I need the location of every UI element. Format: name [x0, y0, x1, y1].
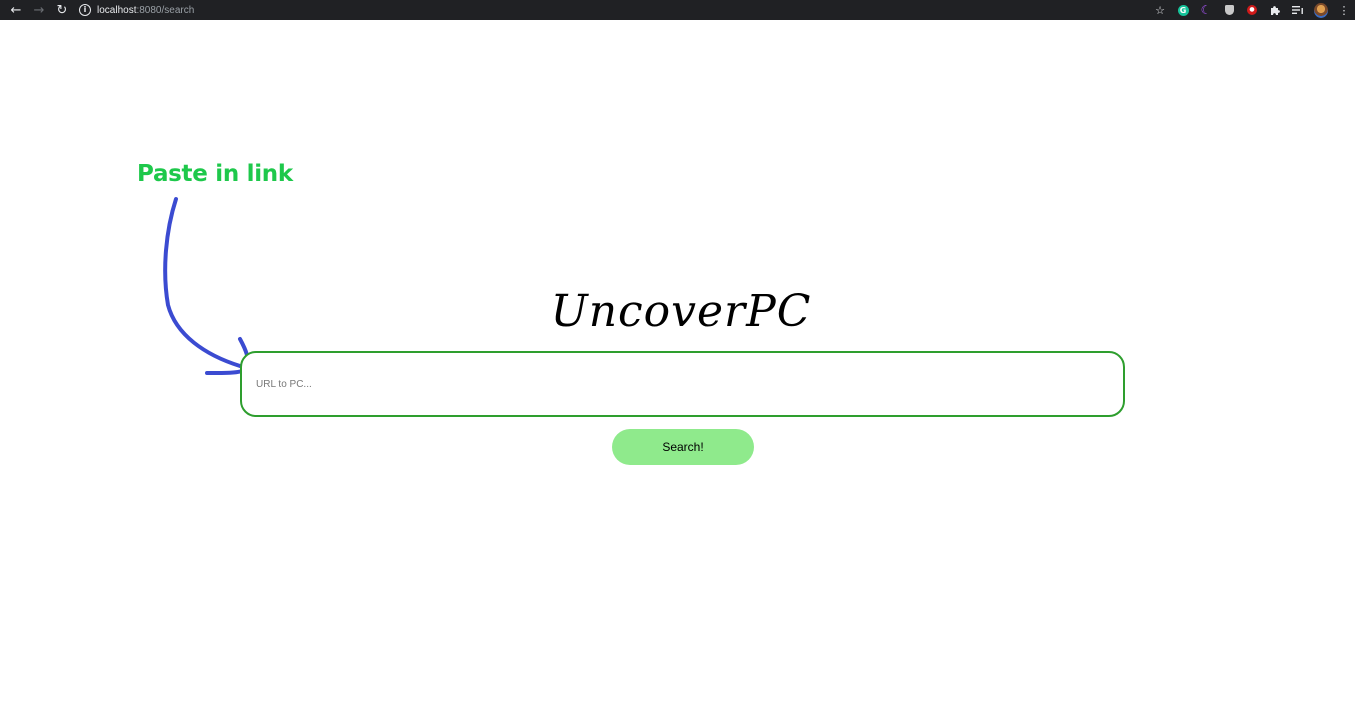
red-extension-icon[interactable]: ●	[1245, 3, 1259, 17]
url-path: :8080/search	[136, 4, 195, 16]
url-host: localhost	[97, 4, 137, 16]
back-icon[interactable]: ←	[6, 1, 26, 19]
logo-title: UncoverPC	[550, 286, 812, 337]
extensions-puzzle-icon[interactable]	[1268, 3, 1282, 17]
dark-mode-extension-icon[interactable]: ☾	[1199, 3, 1213, 17]
toolbar-right: ☆ G ☾ ● ⋮	[1144, 1, 1351, 19]
search-page: Paste in link UncoverPC Search!	[0, 20, 1355, 728]
reading-list-icon[interactable]	[1291, 3, 1305, 17]
bookmark-star-icon[interactable]: ☆	[1153, 3, 1167, 17]
search-button[interactable]: Search!	[612, 429, 754, 465]
url-search-input[interactable]	[240, 351, 1125, 417]
browser-toolbar: ← → ↻ i localhost:8080/search ☆ G ☾ ● ⋮	[0, 0, 1355, 20]
reload-icon[interactable]: ↻	[52, 1, 72, 19]
site-info-icon[interactable]: i	[79, 4, 91, 16]
menu-kebab-icon[interactable]: ⋮	[1337, 3, 1351, 17]
shield-extension-icon[interactable]	[1222, 3, 1236, 17]
address-bar[interactable]: i localhost:8080/search	[79, 1, 1139, 19]
grammarly-extension-icon[interactable]: G	[1176, 3, 1190, 17]
profile-avatar[interactable]	[1314, 2, 1328, 18]
forward-icon[interactable]: →	[29, 1, 49, 19]
